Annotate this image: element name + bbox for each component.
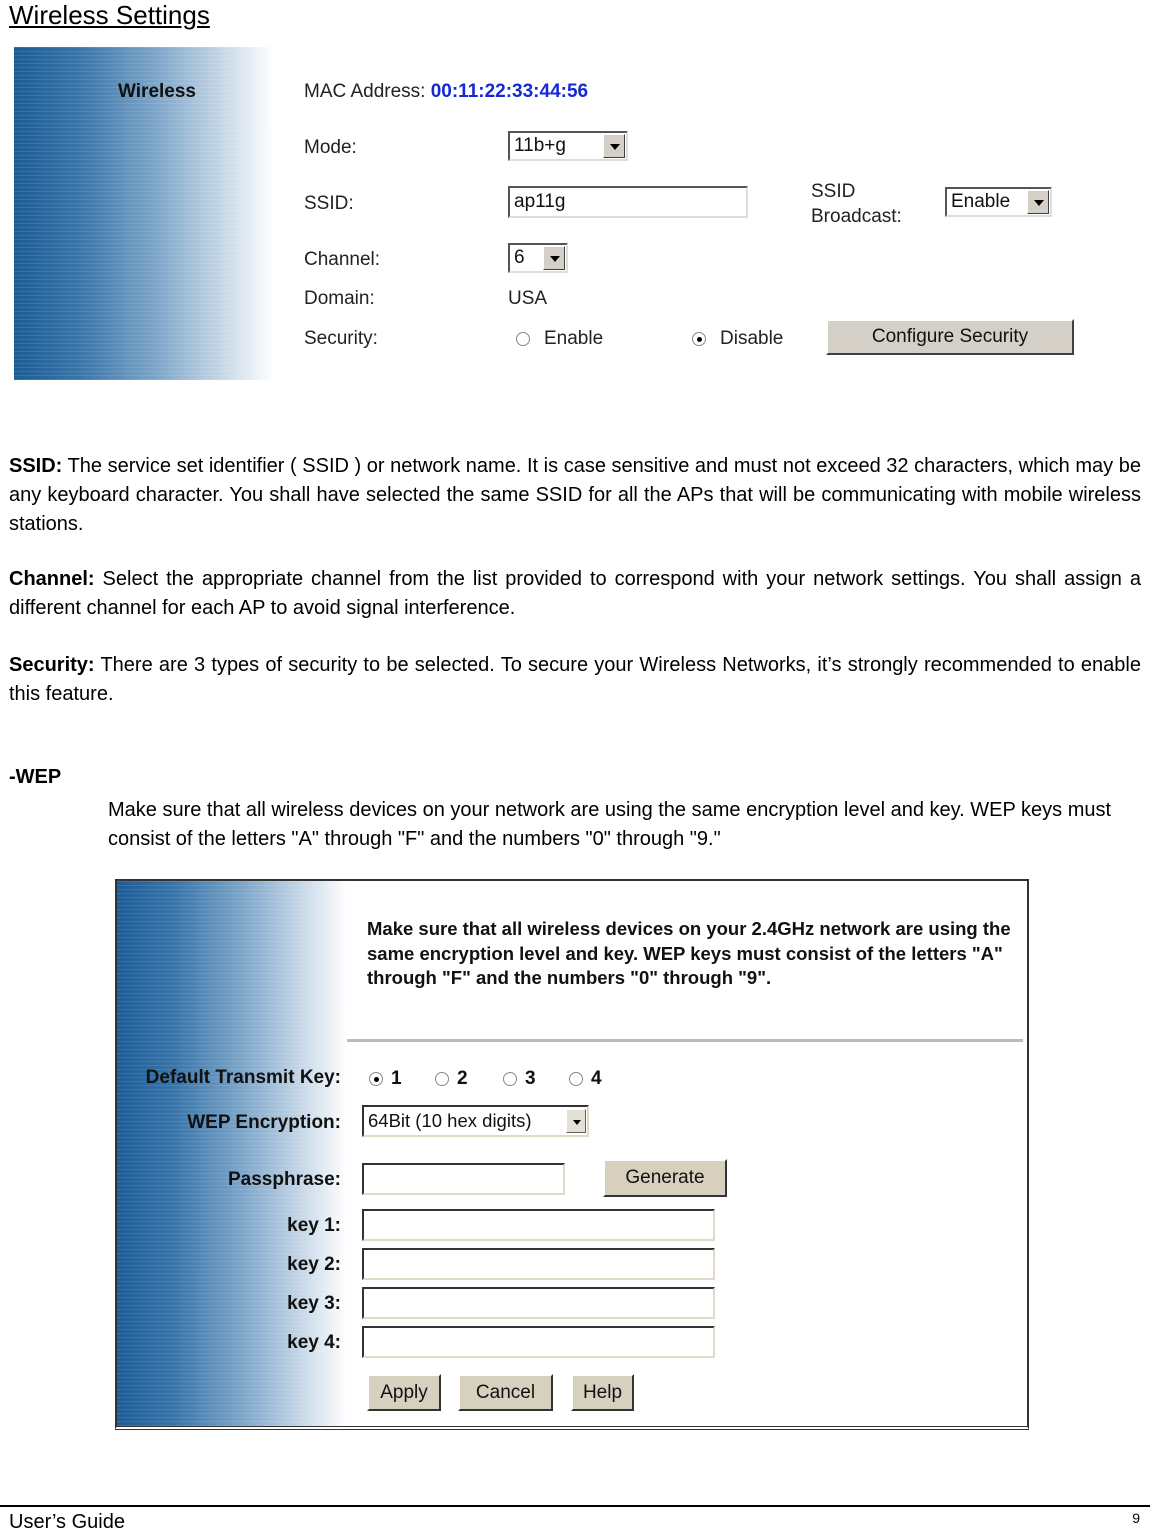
key-3-label: key 3: (287, 1293, 341, 1314)
mac-address-row: MAC Address: 00:11:22:33:44:56 (304, 81, 588, 103)
radio-label: 2 (457, 1068, 468, 1089)
channel-term: Channel: (9, 568, 95, 590)
key-2-label: key 2: (287, 1254, 341, 1275)
channel-text: Select the appropriate channel from the … (9, 568, 1141, 619)
passphrase-input[interactable] (362, 1163, 565, 1195)
transmit-key-4-radio[interactable]: 4 (569, 1068, 602, 1090)
key-2-input[interactable] (362, 1248, 715, 1280)
ssid-term: SSID: (9, 455, 63, 477)
security-term: Security: (9, 654, 95, 676)
divider (347, 1039, 1023, 1042)
channel-label: Channel: (304, 249, 381, 270)
ssid-broadcast-select[interactable]: Enable (945, 187, 1052, 217)
configure-security-button[interactable]: Configure Security (826, 319, 1074, 355)
chevron-down-icon[interactable] (543, 246, 565, 270)
section-title: Wireless (118, 81, 196, 102)
ssid-broadcast-label-line1: SSID (811, 181, 856, 202)
wep-encryption-value: 64Bit (10 hex digits) (368, 1110, 532, 1131)
key-4-input[interactable] (362, 1326, 715, 1358)
chevron-down-icon[interactable] (1027, 190, 1049, 214)
radio-label: 3 (525, 1068, 536, 1089)
domain-label: Domain: (304, 288, 375, 309)
mac-address-value: 00:11:22:33:44:56 (430, 81, 589, 102)
mode-select-value: 11b+g (514, 135, 566, 156)
ssid-description: SSID: The service set identifier ( SSID … (9, 452, 1141, 539)
footer-divider (0, 1505, 1150, 1507)
wep-settings-screenshot: Make sure that all wireless devices on y… (115, 879, 1029, 1430)
ssid-broadcast-select-value: Enable (951, 191, 1011, 212)
channel-select[interactable]: 6 (508, 243, 568, 273)
channel-description: Channel: Select the appropriate channel … (9, 565, 1141, 623)
wep-intro-text: Make sure that all wireless devices on y… (367, 918, 1011, 988)
key-1-label: key 1: (287, 1215, 341, 1236)
radio-label: Disable (720, 328, 784, 349)
security-enable-radio[interactable]: Enable (516, 328, 603, 350)
radio-label: Enable (544, 328, 604, 349)
key-4-label: key 4: (287, 1332, 341, 1353)
generate-button[interactable]: Generate (603, 1159, 727, 1197)
ssid-broadcast-label-line2: Broadcast: (811, 206, 902, 227)
mode-select[interactable]: 11b+g (508, 131, 628, 161)
transmit-key-3-radio[interactable]: 3 (503, 1068, 536, 1090)
channel-select-value: 6 (514, 247, 525, 268)
radio-checked-icon[interactable] (692, 332, 706, 346)
sidebar-gradient-panel: Wireless (14, 47, 274, 380)
radio-label: 1 (391, 1068, 402, 1089)
security-disable-radio[interactable]: Disable (692, 328, 783, 350)
help-button[interactable]: Help (571, 1374, 634, 1411)
transmit-key-2-radio[interactable]: 2 (435, 1068, 468, 1090)
default-transmit-key-label: Default Transmit Key: (145, 1067, 341, 1088)
transmit-key-1-radio[interactable]: 1 (369, 1068, 402, 1090)
security-description: Security: There are 3 types of security … (9, 651, 1141, 709)
footer-document-title: User’s Guide (9, 1511, 125, 1533)
mode-label: Mode: (304, 137, 357, 158)
ssid-broadcast-label: SSID Broadcast: (811, 179, 902, 229)
wep-encryption-label: WEP Encryption: (187, 1112, 341, 1133)
domain-value: USA (508, 288, 548, 309)
wep-heading: -WEP (9, 766, 62, 788)
radio-unchecked-icon[interactable] (516, 332, 530, 346)
chevron-down-icon[interactable] (603, 134, 625, 158)
security-label: Security: (304, 328, 378, 349)
cancel-button[interactable]: Cancel (458, 1374, 553, 1411)
security-text: There are 3 types of security to be sele… (9, 654, 1141, 705)
passphrase-label: Passphrase: (227, 1169, 341, 1190)
apply-button[interactable]: Apply (367, 1374, 441, 1411)
radio-checked-icon[interactable] (369, 1072, 383, 1086)
key-3-input[interactable] (362, 1287, 715, 1319)
chevron-down-icon[interactable] (566, 1109, 586, 1133)
radio-label: 4 (591, 1068, 602, 1089)
page-title: Wireless Settings (9, 0, 210, 30)
radio-unchecked-icon[interactable] (503, 1072, 517, 1086)
wireless-settings-screenshot: Wireless MAC Address: 00:11:22:33:44:56 … (14, 47, 1084, 380)
ssid-label: SSID: (304, 193, 354, 214)
ssid-input[interactable] (508, 186, 748, 218)
wep-encryption-select[interactable]: 64Bit (10 hex digits) (362, 1105, 589, 1137)
mac-address-label: MAC Address: (304, 81, 426, 102)
radio-unchecked-icon[interactable] (569, 1072, 583, 1086)
wep-description: Make sure that all wireless devices on y… (108, 799, 1112, 850)
ssid-text: The service set identifier ( SSID ) or n… (9, 455, 1141, 535)
radio-unchecked-icon[interactable] (435, 1072, 449, 1086)
key-1-input[interactable] (362, 1209, 715, 1241)
page-number: 9 (1132, 1510, 1140, 1526)
